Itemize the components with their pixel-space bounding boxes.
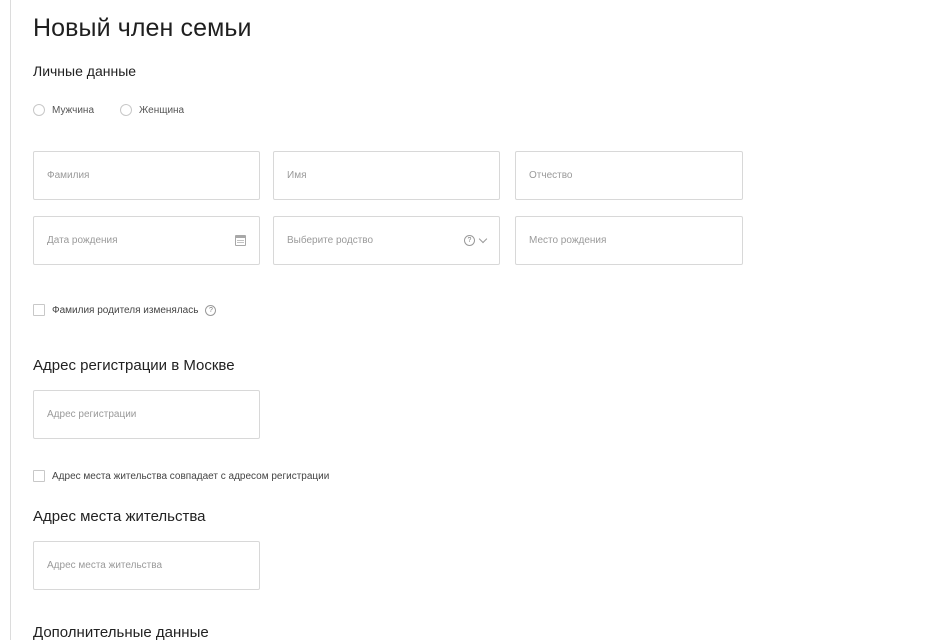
middle-name-placeholder: Отчество (529, 170, 573, 181)
parent-surname-changed-checkbox[interactable] (33, 304, 45, 316)
gender-radio-group: Мужчина Женщина (33, 104, 184, 116)
residence-address-field[interactable]: Адрес места жительства (33, 541, 260, 590)
birth-place-field[interactable]: Место рождения (515, 216, 743, 265)
left-divider (10, 0, 11, 640)
parent-surname-changed-label: Фамилия родителя изменялась (52, 304, 199, 316)
first-name-placeholder: Имя (287, 170, 307, 181)
calendar-icon[interactable] (235, 235, 246, 246)
page: Новый член семьи Личные данные Мужчина Ж… (0, 0, 943, 640)
first-name-field[interactable]: Имя (273, 151, 500, 200)
last-name-placeholder: Фамилия (47, 170, 90, 181)
relation-placeholder: Выберите родство (287, 235, 374, 246)
parent-surname-changed-row: Фамилия родителя изменялась ? (33, 304, 217, 316)
last-name-field[interactable]: Фамилия (33, 151, 260, 200)
page-title: Новый член семьи (33, 14, 252, 42)
same-address-label: Адрес места жительства совпадает с адрес… (52, 470, 330, 482)
gender-female-option[interactable]: Женщина (120, 104, 184, 116)
same-address-checkbox[interactable] (33, 470, 45, 482)
gender-male-option[interactable]: Мужчина (33, 104, 94, 116)
gender-female-label: Женщина (139, 104, 185, 116)
residence-heading: Адрес места жительства (33, 508, 206, 525)
birth-date-field[interactable]: Дата рождения (33, 216, 260, 265)
registration-address-placeholder: Адрес регистрации (47, 409, 137, 420)
radio-male[interactable] (33, 104, 45, 116)
registration-heading: Адрес регистрации в Москве (33, 357, 235, 374)
birth-date-placeholder: Дата рождения (47, 235, 118, 246)
personal-data-heading: Личные данные (33, 63, 137, 79)
relation-select[interactable]: Выберите родство ? (273, 216, 500, 265)
additional-data-heading: Дополнительные данные (33, 624, 209, 640)
residence-address-placeholder: Адрес места жительства (47, 560, 163, 571)
help-icon[interactable]: ? (205, 304, 217, 316)
middle-name-field[interactable]: Отчество (515, 151, 743, 200)
chevron-down-icon (478, 234, 488, 244)
gender-male-label: Мужчина (52, 104, 95, 116)
birth-place-placeholder: Место рождения (529, 235, 607, 246)
help-icon[interactable]: ? (464, 235, 475, 246)
radio-female[interactable] (120, 104, 133, 116)
same-address-row: Адрес места жительства совпадает с адрес… (33, 470, 329, 482)
registration-address-field[interactable]: Адрес регистрации (33, 390, 260, 439)
